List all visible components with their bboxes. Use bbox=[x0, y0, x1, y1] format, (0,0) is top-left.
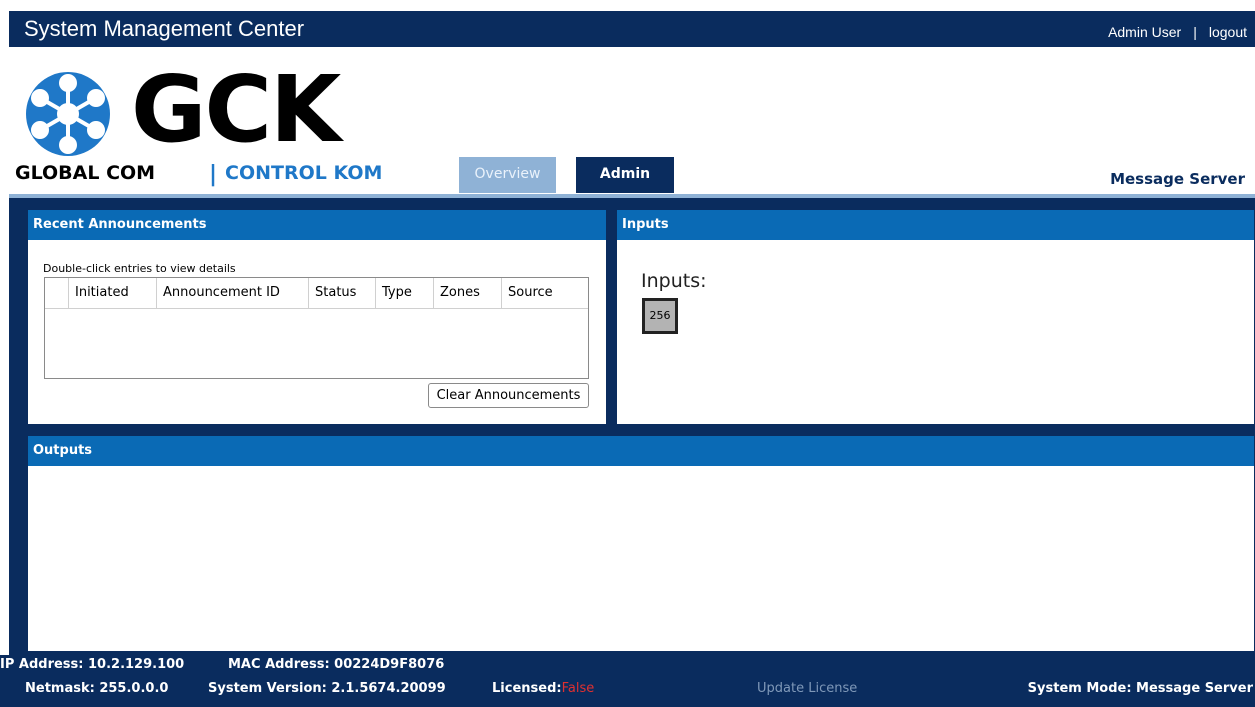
system-version: System Version: 2.1.5674.20099 bbox=[208, 681, 446, 696]
licensed-value: False bbox=[561, 681, 595, 696]
announcements-table-header: Initiated Announcement ID Status Type Zo… bbox=[45, 278, 588, 309]
clear-announcements-button[interactable]: Clear Announcements bbox=[428, 383, 589, 408]
logo-tagline-left: GLOBAL COM bbox=[15, 162, 156, 184]
title-bar: System Management Center Admin User | logo… bbox=[9, 11, 1255, 47]
column-header-select[interactable] bbox=[45, 278, 69, 308]
ip-address: IP Address: 10.2.129.100 bbox=[0, 657, 185, 672]
column-header-status[interactable]: Status bbox=[309, 278, 376, 308]
recent-announcements-panel: Recent Announcements Double-click entrie… bbox=[28, 210, 606, 424]
column-header-type[interactable]: Type bbox=[376, 278, 434, 308]
status-footer: IP Address: 10.2.129.100 MAC Address: 00… bbox=[0, 655, 1255, 707]
column-header-announcement-id[interactable]: Announcement ID bbox=[157, 278, 309, 308]
mac-address: MAC Address: 00224D9F8076 bbox=[228, 657, 445, 672]
netmask: Netmask: 255.0.0.0 bbox=[25, 681, 169, 696]
inputs-header: Inputs bbox=[617, 210, 1254, 240]
server-label: Message Server bbox=[1110, 170, 1245, 188]
tab-admin[interactable]: Admin bbox=[576, 157, 674, 193]
announcements-hint: Double-click entries to view details bbox=[43, 262, 236, 275]
system-mode: System Mode: Message Server bbox=[1027, 681, 1253, 696]
user-area: Admin User | logout bbox=[1108, 24, 1247, 40]
logo-wordmark: GCK bbox=[131, 56, 341, 163]
input-tile[interactable]: 256 bbox=[642, 298, 678, 334]
brand-logo: GCK GLOBAL COM | CONTROL KOM bbox=[15, 64, 455, 190]
column-header-initiated[interactable]: Initiated bbox=[69, 278, 157, 308]
column-header-zones[interactable]: Zones bbox=[434, 278, 502, 308]
licensed-label: Licensed: bbox=[492, 681, 562, 696]
inputs-label: Inputs: bbox=[641, 270, 707, 292]
license-status: Licensed:False bbox=[492, 681, 594, 696]
inputs-panel: Inputs Inputs: 256 bbox=[617, 210, 1254, 424]
app-title: System Management Center bbox=[24, 16, 305, 41]
user-name[interactable]: Admin User bbox=[1108, 24, 1181, 40]
main-content: Recent Announcements Double-click entrie… bbox=[9, 194, 1255, 655]
announcements-table[interactable]: Initiated Announcement ID Status Type Zo… bbox=[44, 277, 589, 379]
logo-tagline-right: CONTROL KOM bbox=[225, 162, 383, 184]
outputs-header: Outputs bbox=[28, 436, 1254, 466]
update-license-link[interactable]: Update License bbox=[757, 681, 857, 696]
logo-tagline-separator: | bbox=[209, 162, 218, 187]
outputs-panel: Outputs bbox=[28, 436, 1254, 651]
logout-link[interactable]: logout bbox=[1209, 24, 1247, 40]
tab-overview[interactable]: Overview bbox=[459, 157, 556, 193]
network-hub-icon bbox=[26, 72, 110, 156]
column-header-source[interactable]: Source bbox=[502, 278, 588, 308]
recent-announcements-header: Recent Announcements bbox=[28, 210, 606, 240]
user-separator: | bbox=[1193, 24, 1197, 40]
